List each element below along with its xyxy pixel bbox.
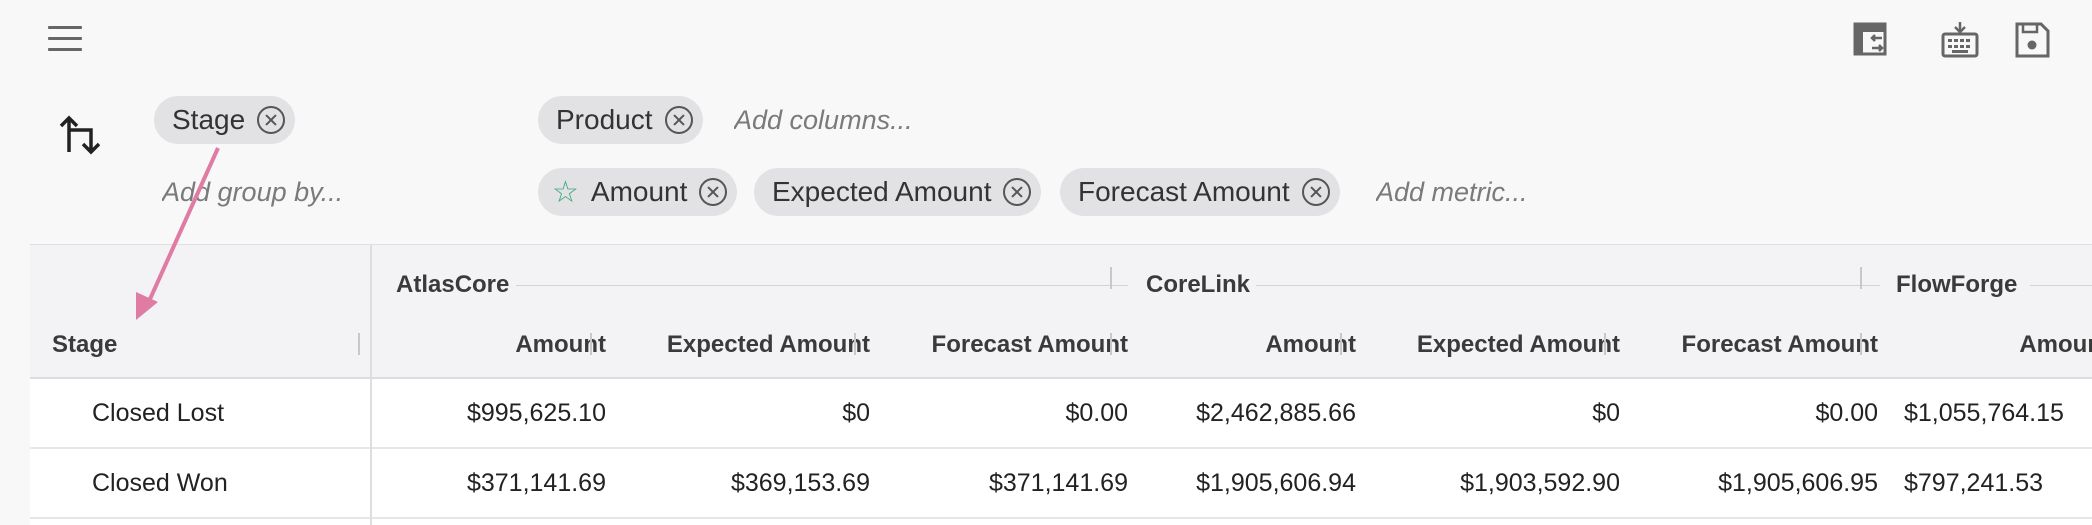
metric-column-header[interactable]: Forecast Amount — [880, 325, 1128, 365]
group-separator — [1110, 267, 1112, 289]
pivot-grid: Stage AtlasCore CoreLink FlowForge Amoun… — [30, 244, 2092, 525]
chip-label: Forecast Amount — [1078, 176, 1290, 207]
remove-chip-icon[interactable] — [1003, 178, 1032, 206]
keyboard-icon[interactable] — [1940, 20, 1980, 60]
group-header-corelink: CoreLink — [1146, 271, 1251, 298]
metric-chip-forecast-amount[interactable]: Forecast Amount — [1060, 168, 1340, 216]
chip-label: Stage — [172, 104, 246, 135]
table-row — [30, 519, 2092, 525]
column-resize-handle[interactable] — [854, 333, 856, 355]
table-row[interactable]: Closed Lost $995,625.10 $0 $0.00 $2,462,… — [30, 379, 2092, 449]
chip-label: Amount — [590, 176, 688, 207]
remove-chip-icon[interactable] — [699, 178, 728, 206]
column-resize-handle[interactable] — [1340, 333, 1342, 355]
value-cell: $1,055,764.15 — [1904, 398, 2064, 427]
swap-axes-icon[interactable] — [55, 108, 105, 158]
grid-header: Stage AtlasCore CoreLink FlowForge Amoun… — [30, 245, 2092, 379]
metric-column-header[interactable]: Expected Amount — [620, 325, 870, 365]
remove-chip-icon[interactable] — [257, 106, 286, 134]
remove-chip-icon[interactable] — [1301, 178, 1330, 206]
save-icon[interactable] — [2012, 20, 2052, 60]
value-cell: $371,141.69 — [466, 468, 606, 497]
value-cell: $0 — [1592, 398, 1620, 427]
chip-label: Expected Amount — [772, 176, 992, 207]
group-divider-line — [2030, 285, 2092, 286]
top-toolbar — [0, 0, 2092, 80]
group-header-flowforge: FlowForge — [1896, 271, 2018, 298]
pinned-column-border — [370, 245, 372, 525]
metric-column-header[interactable]: Expected Amount — [1370, 325, 1620, 365]
column-chip-product[interactable]: Product — [538, 96, 703, 144]
group-divider-line — [1256, 285, 1880, 286]
group-separator — [1860, 267, 1862, 289]
metric-chip-expected-amount[interactable]: Expected Amount — [754, 168, 1042, 216]
value-cell: $369,153.69 — [730, 468, 870, 497]
metric-chip-amount[interactable]: ☆ Amount — [538, 168, 738, 216]
value-cell: $0.00 — [1815, 398, 1878, 427]
group-header-atlascore: AtlasCore — [396, 271, 510, 298]
add-columns-input[interactable] — [734, 96, 1054, 144]
metric-column-header[interactable]: Amount — [1140, 325, 1356, 365]
column-resize-handle[interactable] — [1604, 333, 1606, 355]
column-resize-handle[interactable] — [1110, 333, 1112, 355]
add-group-by-input[interactable] — [162, 168, 462, 216]
metric-column-header[interactable]: Amount — [390, 325, 606, 365]
group-divider-line — [516, 285, 1128, 286]
value-cell: $797,241.53 — [1904, 468, 2044, 497]
column-resize-handle[interactable] — [1860, 333, 1862, 355]
value-cell: $1,905,606.94 — [1196, 468, 1356, 497]
metric-column-header[interactable]: Forecast Amount — [1630, 325, 1878, 365]
stage-column-header[interactable]: Stage — [52, 325, 352, 365]
value-cell: $1,905,606.95 — [1718, 468, 1878, 497]
value-cell: $2,462,885.66 — [1196, 398, 1356, 427]
stage-cell: Closed Won — [92, 468, 228, 497]
metric-column-header[interactable]: Amount — [1890, 325, 2092, 365]
value-cell: $371,141.69 — [988, 468, 1128, 497]
group-by-chip-stage[interactable]: Stage — [154, 96, 296, 144]
value-cell: $0 — [842, 398, 870, 427]
column-resize-handle[interactable] — [358, 333, 360, 355]
add-metric-input[interactable] — [1376, 168, 1696, 216]
value-cell: $0.00 — [1065, 398, 1128, 427]
star-icon[interactable]: ☆ — [552, 175, 579, 210]
remove-chip-icon[interactable] — [664, 106, 693, 134]
value-cell: $1,903,592.90 — [1460, 468, 1620, 497]
pivot-table-swap-icon[interactable] — [1852, 20, 1892, 60]
value-cell: $995,625.10 — [466, 398, 606, 427]
hamburger-menu-icon[interactable] — [48, 26, 82, 54]
stage-cell: Closed Lost — [92, 398, 225, 427]
chip-label: Product — [556, 104, 653, 135]
column-resize-handle[interactable] — [590, 333, 592, 355]
table-row[interactable]: Closed Won $371,141.69 $369,153.69 $371,… — [30, 449, 2092, 519]
